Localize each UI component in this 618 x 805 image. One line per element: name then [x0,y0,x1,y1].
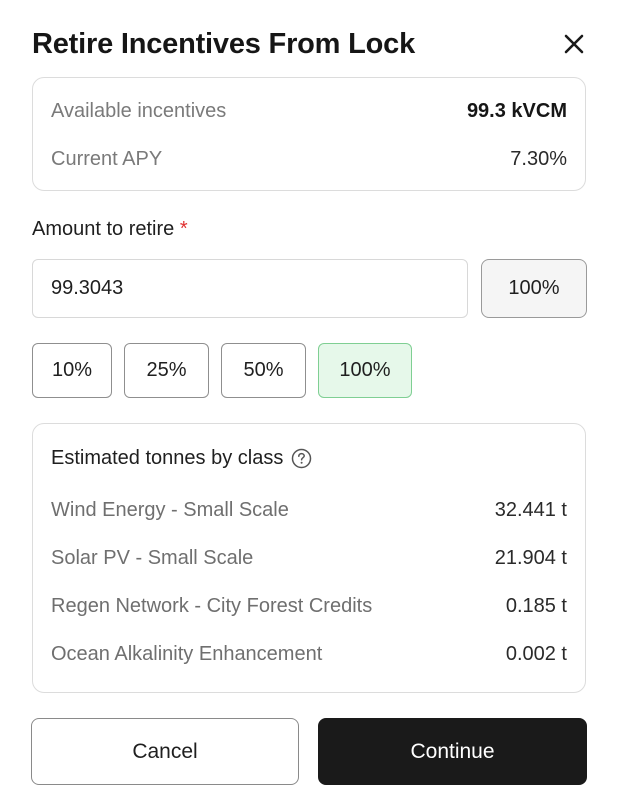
preset-100-button[interactable]: 100% [318,343,412,398]
preset-10-button[interactable]: 10% [32,343,112,398]
dialog-header: Retire Incentives From Lock [32,22,586,66]
preset-25-button[interactable]: 25% [124,343,209,398]
available-incentives-value: 99.3 kVCM [466,99,567,122]
tonnes-class-value: 0.185 t [505,594,567,617]
tonnes-row: Wind Energy - Small Scale 32.441 t [51,486,567,534]
summary-card: Available incentives 99.3 kVCM Current A… [32,77,586,191]
estimated-tonnes-card: Estimated tonnes by class Wind Energy - … [32,423,586,693]
tonnes-class-value: 32.441 t [494,498,567,521]
tonnes-row: Solar PV - Small Scale 21.904 t [51,534,567,582]
retire-incentives-dialog: Retire Incentives From Lock Available in… [0,0,618,805]
preset-chips: 10% 25% 50% 100% [32,343,412,398]
current-apy-label: Current APY [51,147,163,170]
required-marker: * [179,218,188,240]
estimated-tonnes-title: Estimated tonnes by class [51,446,284,469]
tonnes-class-value: 21.904 t [494,546,567,569]
dialog-title: Retire Incentives From Lock [32,27,415,60]
close-icon [564,34,584,54]
available-incentives-label: Available incentives [51,99,227,122]
estimated-tonnes-heading: Estimated tonnes by class [51,444,567,472]
close-button[interactable] [558,28,590,60]
current-apy-value: 7.30% [510,147,567,170]
tonnes-class-name: Solar PV - Small Scale [51,546,254,569]
cancel-button[interactable]: Cancel [31,718,299,785]
preset-50-button[interactable]: 50% [221,343,306,398]
max-amount-button[interactable]: 100% [481,259,587,318]
tonnes-row: Regen Network - City Forest Credits 0.18… [51,582,567,630]
amount-label-text: Amount to retire [32,218,175,240]
help-icon[interactable] [291,448,312,469]
tonnes-row: Ocean Alkalinity Enhancement 0.002 t [51,630,567,678]
continue-button[interactable]: Continue [318,718,587,785]
amount-label: Amount to retire * [32,218,188,241]
tonnes-class-name: Ocean Alkalinity Enhancement [51,642,323,665]
tonnes-class-value: 0.002 t [505,642,567,665]
amount-input[interactable] [32,259,468,318]
tonnes-class-name: Regen Network - City Forest Credits [51,594,373,617]
tonnes-class-name: Wind Energy - Small Scale [51,498,289,521]
available-incentives-row: Available incentives 99.3 kVCM [51,87,567,135]
current-apy-row: Current APY 7.30% [51,135,567,183]
